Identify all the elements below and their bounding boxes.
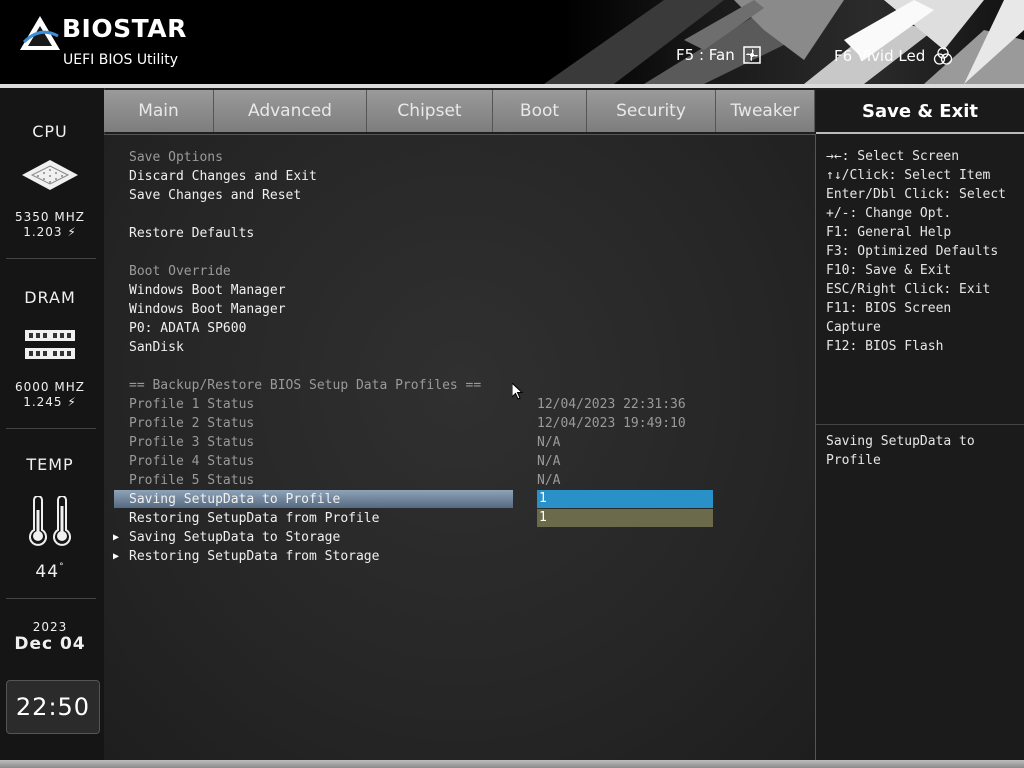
dram-modules-icon [25,330,75,359]
help-description: Profile [826,453,881,468]
logo-subtitle: UEFI BIOS Utility [63,52,178,68]
help-key: ↑↓/Click: Select Item [826,168,991,183]
bottom-bar [0,760,1024,768]
section-header-backup-restore: == Backup/Restore BIOS Setup Data Profil… [129,378,482,393]
menu-tabs: Main Advanced Chipset Boot Security Twea… [104,90,815,132]
header-decoration [544,0,1024,84]
discard-exit-option[interactable]: Discard Changes and Exit [129,167,317,186]
panel-separator [6,428,96,429]
tab-main[interactable]: Main [104,90,214,132]
tab-boot[interactable]: Boot [493,90,587,132]
fan-shortcut[interactable]: F5 : Fan [676,46,761,64]
clock-display: 22:50 [6,680,100,734]
celsius-icon: ° [59,562,65,572]
panel-separator [6,258,96,259]
help-key: F10: Save & Exit [826,263,952,278]
restoring-profile-value-field[interactable]: 1 [537,509,713,527]
date-month-day: Dec 04 [14,634,86,654]
thermometer-icon [29,496,71,546]
profile-status-value: N/A [537,473,561,488]
saving-setupdata-storage-option[interactable]: Saving SetupData to Storage [129,528,340,547]
restore-defaults-option[interactable]: Restore Defaults [129,224,254,243]
header-divider [0,84,1024,88]
help-key: →←: Select Screen [826,149,960,164]
cpu-frequency: 5350 MHZ [15,210,85,224]
restoring-setupdata-profile-option[interactable]: Restoring SetupData from Profile [129,509,379,528]
mouse-cursor-icon [512,383,524,400]
date-year: 2023 [32,620,68,634]
tab-tweaker[interactable]: Tweaker [716,90,815,132]
profile-status-value: N/A [537,454,561,469]
help-panel: →←: Select Screen ↑↓/Click: Select Item … [815,134,1024,760]
rgb-led-icon [934,47,953,65]
boot-override-item[interactable]: SanDisk [129,338,184,357]
boot-override-item[interactable]: Windows Boot Manager [129,281,286,300]
dram-frequency: 6000 MHZ [15,380,85,394]
temp-title: TEMP [26,455,74,474]
saving-setupdata-profile-option[interactable]: Saving SetupData to Profile [129,490,340,509]
logo-brand-text: BIOSTAR [62,14,187,43]
main-content: Save Options Discard Changes and Exit Sa… [104,134,815,761]
cpu-voltage: 1.203 [23,225,63,239]
profile-status-value: N/A [537,435,561,450]
logo-icon [20,16,60,50]
profile-status-label: Profile 5 Status [129,473,255,488]
submenu-arrow-icon: ▶ [113,551,120,562]
help-key: F12: BIOS Flash [826,339,944,354]
panel-separator [6,598,96,599]
tab-advanced[interactable]: Advanced [214,90,367,132]
clock-time: 22:50 [15,693,91,721]
cpu-voltage-row: 1.203 ⚡ [0,225,100,239]
bolt-icon: ⚡ [67,395,77,409]
save-reset-option[interactable]: Save Changes and Reset [129,186,301,205]
tab-chipset[interactable]: Chipset [367,90,493,132]
section-header-boot-override: Boot Override [129,264,231,279]
profile-status-label: Profile 2 Status [129,416,255,431]
help-key: Capture [826,320,881,335]
tab-security[interactable]: Security [587,90,716,132]
help-key: +/-: Change Opt. [826,206,952,221]
help-description: Saving SetupData to [826,434,975,449]
profile-status-label: Profile 4 Status [129,454,255,469]
cpu-title: CPU [32,122,68,141]
tab-save-exit[interactable]: Save & Exit [816,90,1024,132]
cpu-chip-icon [22,160,78,190]
saving-profile-value-field[interactable]: 1 [537,490,713,508]
help-key: F1: General Help [826,225,952,240]
help-key: ESC/Right Click: Exit [826,282,991,297]
biostar-logo: BIOSTAR UEFI BIOS Utility [20,14,200,74]
submenu-arrow-icon: ▶ [113,532,120,543]
dram-voltage: 1.245 [23,395,63,409]
system-info-panel: CPU 5350 MHZ 1.203 ⚡ DRAM 6000 MHZ 1.245… [0,88,105,760]
vivid-led-shortcut[interactable]: F6 Vivid Led [834,46,953,66]
profile-status-label: Profile 1 Status [129,397,255,412]
header-bar: BIOSTAR UEFI BIOS Utility F5 : Fan F6 Vi… [0,0,1024,84]
dram-title: DRAM [24,288,76,307]
help-key: F11: BIOS Screen [826,301,952,316]
bolt-icon: ⚡ [67,225,77,239]
fan-icon [742,46,761,64]
help-divider [816,424,1024,425]
help-key: F3: Optimized Defaults [826,244,999,259]
profile-status-label: Profile 3 Status [129,435,255,450]
profile-status-value: 12/04/2023 22:31:36 [537,397,686,412]
section-header-save-options: Save Options [129,150,223,165]
restoring-setupdata-storage-option[interactable]: Restoring SetupData from Storage [129,547,379,566]
help-key: Enter/Dbl Click: Select [826,187,1007,202]
vivid-led-label: F6 Vivid Led [834,47,926,65]
temperature-value: 44 [35,562,60,582]
temperature-row: 44° [0,562,100,582]
fan-shortcut-label: F5 : Fan [676,46,735,64]
dram-voltage-row: 1.245 ⚡ [0,395,100,409]
boot-override-item[interactable]: Windows Boot Manager [129,300,286,319]
boot-override-item[interactable]: P0: ADATA SP600 [129,319,246,338]
profile-status-value: 12/04/2023 19:49:10 [537,416,686,431]
